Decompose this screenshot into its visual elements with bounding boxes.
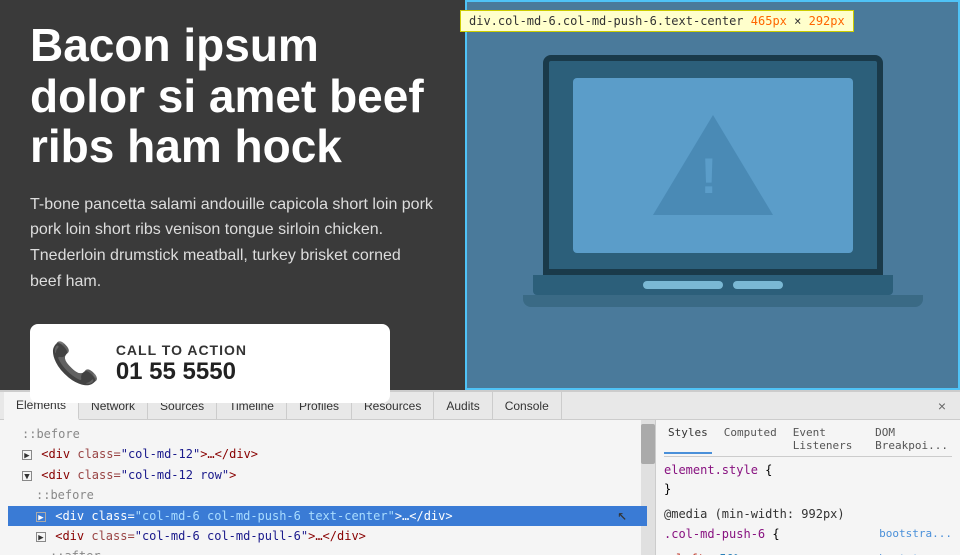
style-rule-media1: @media (min-width: 992px) .col-md-push-6… xyxy=(664,505,952,543)
style-rule-element: element.style { } xyxy=(664,461,952,499)
styles-panel: Styles Computed Event Listeners DOM Brea… xyxy=(655,420,960,555)
tooltip-width: 465px xyxy=(751,14,787,28)
main-title: Bacon ipsum dolor si amet beef ribs ham … xyxy=(30,20,435,172)
dom-line-selected[interactable]: ▶ <div class="col-md-6 col-md-push-6 tex… xyxy=(8,506,647,526)
devtools-body: ::before ▶ <div class="col-md-12">…</div… xyxy=(0,420,960,555)
laptop-base xyxy=(533,275,893,295)
styles-tab-styles[interactable]: Styles xyxy=(664,424,712,454)
screen-inner: ! xyxy=(573,78,853,253)
tab-audits[interactable]: Audits xyxy=(434,392,492,420)
dom-line[interactable]: ▶ <div class="col-md-6 col-md-pull-6">…<… xyxy=(8,526,647,546)
style-rule-push6: bootstra... left: 50%; } xyxy=(664,550,952,555)
expand-icon: ▶ xyxy=(36,532,46,542)
devtools-panel: Elements Network Sources Timeline Profil… xyxy=(0,390,960,555)
cta-number: 01 55 5550 xyxy=(116,358,247,386)
cta-text-block: CALL TO ACTION 01 55 5550 xyxy=(116,342,247,386)
laptop-screen: ! xyxy=(543,55,883,275)
scrollbar[interactable] xyxy=(641,420,655,555)
styles-tabs: Styles Computed Event Listeners DOM Brea… xyxy=(664,424,952,457)
laptop-button-small xyxy=(733,281,783,289)
style-source2[interactable]: bootstra... xyxy=(879,550,952,555)
laptop-illustration: ! xyxy=(523,55,903,335)
tooltip-cross: × xyxy=(794,14,801,28)
laptop-bottom xyxy=(523,295,923,307)
style-source[interactable]: bootstra... xyxy=(879,525,952,543)
styles-tab-computed[interactable]: Computed xyxy=(720,424,781,454)
expand-icon: ▶ xyxy=(22,450,32,460)
tooltip-selector: div.col-md-6.col-md-push-6.text-center xyxy=(469,14,744,28)
warning-exclaim: ! xyxy=(701,147,718,205)
laptop-button-main xyxy=(643,281,723,289)
mouse-cursor-icon: ↖ xyxy=(617,501,627,528)
style-selector: element.style { xyxy=(664,461,952,480)
right-panel: div.col-md-6.col-md-push-6.text-center 4… xyxy=(465,0,960,390)
styles-tab-dom-breakpoints[interactable]: DOM Breakpoi... xyxy=(871,424,952,454)
warning-triangle: ! xyxy=(653,115,773,215)
expand-icon-selected: ▶ xyxy=(36,512,46,522)
cta-label: CALL TO ACTION xyxy=(116,342,247,358)
dom-line[interactable]: ▼ <div class="col-md-12 row"> xyxy=(8,465,647,485)
main-content-area: Bacon ipsum dolor si amet beef ribs ham … xyxy=(0,0,960,390)
body-text: T-bone pancetta salami andouille capicol… xyxy=(30,192,435,294)
element-tooltip: div.col-md-6.col-md-push-6.text-center 4… xyxy=(460,10,854,32)
tab-console[interactable]: Console xyxy=(493,392,562,420)
cta-box[interactable]: 📞 CALL TO ACTION 01 55 5550 xyxy=(30,324,390,403)
dom-line[interactable]: ▶ <div class="col-md-12">…</div> xyxy=(8,444,647,464)
dom-line: ::before xyxy=(8,424,647,444)
left-panel: Bacon ipsum dolor si amet beef ribs ham … xyxy=(0,0,465,390)
scroll-thumb[interactable] xyxy=(641,424,655,464)
phone-icon: 📞 xyxy=(50,340,100,387)
dom-line: ::after xyxy=(8,546,647,555)
devtools-close[interactable]: × xyxy=(928,392,956,420)
styles-tab-event-listeners[interactable]: Event Listeners xyxy=(789,424,863,454)
warning-symbol: ! xyxy=(653,115,773,215)
dom-tree: ::before ▶ <div class="col-md-12">…</div… xyxy=(0,420,655,555)
tooltip-height: 292px xyxy=(809,14,845,28)
dom-line: ::before xyxy=(8,485,647,505)
expand-icon: ▼ xyxy=(22,471,32,481)
